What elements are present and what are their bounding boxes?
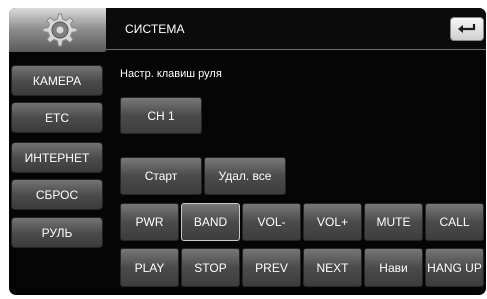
key-prev-button[interactable]: PREV xyxy=(242,248,301,287)
return-arrow-icon xyxy=(458,24,476,33)
key-call-button[interactable]: CALL xyxy=(425,203,484,241)
key-label: STOP xyxy=(194,260,227,275)
key-hang-up-button[interactable]: HANG UP xyxy=(425,248,484,287)
sidebar-item-label: СБРОС xyxy=(35,187,79,202)
sidebar-item-etc[interactable]: ETC xyxy=(11,102,103,133)
logo-tab xyxy=(9,8,106,52)
sidebar-item-internet[interactable]: ИНТЕРНЕТ xyxy=(11,142,103,173)
channel-button[interactable]: CH 1 xyxy=(120,97,202,134)
key-navi-button[interactable]: Нави xyxy=(364,248,423,287)
sidebar-item-reset[interactable]: СБРОС xyxy=(11,179,103,210)
key-label: CALL xyxy=(439,215,470,229)
key-label: PLAY xyxy=(134,260,165,275)
key-vol-up-button[interactable]: VOL+ xyxy=(303,203,362,241)
sidebar-item-label: КАМЕРА xyxy=(32,73,82,88)
key-band-button[interactable]: BAND xyxy=(181,203,240,241)
key-label: NEXT xyxy=(316,260,349,275)
sidebar-item-camera[interactable]: КАМЕРА xyxy=(11,65,103,96)
section-label: Настр. клавиш руля xyxy=(120,68,222,80)
key-label: HANG UP xyxy=(427,260,482,275)
header-bar: СИСТЕМА xyxy=(9,8,486,52)
gear-icon xyxy=(42,13,78,47)
key-vol-down-button[interactable]: VOL- xyxy=(242,203,301,241)
delete-all-button-label: Удал. все xyxy=(218,169,272,183)
sidebar-item-steering[interactable]: РУЛЬ xyxy=(11,217,103,248)
sidebar-item-label: ИНТЕРНЕТ xyxy=(24,150,90,165)
channel-button-label: CH 1 xyxy=(147,108,175,123)
key-next-button[interactable]: NEXT xyxy=(303,248,362,287)
start-button[interactable]: Старт xyxy=(120,157,202,195)
delete-all-button[interactable]: Удал. все xyxy=(204,157,286,195)
key-label: VOL- xyxy=(257,215,286,229)
page-title: СИСТЕМА xyxy=(125,22,185,36)
key-label: MUTE xyxy=(376,215,411,229)
key-label: Нави xyxy=(379,260,408,275)
back-button[interactable] xyxy=(450,17,484,41)
key-pwr-button[interactable]: PWR xyxy=(120,203,179,241)
sidebar-item-label: РУЛЬ xyxy=(41,225,73,240)
key-stop-button[interactable]: STOP xyxy=(181,248,240,287)
key-label: PREV xyxy=(255,260,288,275)
key-label: PWR xyxy=(135,215,164,229)
key-mute-button[interactable]: MUTE xyxy=(364,203,423,241)
header-divider xyxy=(106,49,486,50)
system-screen: СИСТЕМА КАМЕРА ETC ИНТЕРНЕТ СБРОС РУЛЬ Н… xyxy=(9,8,486,295)
sidebar-item-label: ETC xyxy=(45,110,69,125)
key-label: VOL+ xyxy=(316,215,349,229)
key-label: BAND xyxy=(193,215,228,229)
start-button-label: Старт xyxy=(144,169,178,183)
key-play-button[interactable]: PLAY xyxy=(120,248,179,287)
